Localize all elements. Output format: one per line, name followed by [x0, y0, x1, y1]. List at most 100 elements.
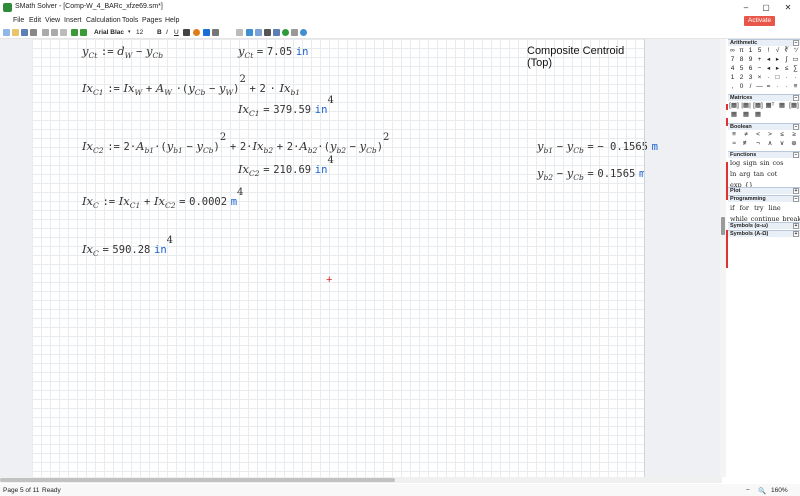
- boolean-key[interactable]: ∨: [776, 139, 788, 148]
- fill-color-icon[interactable]: [193, 29, 200, 36]
- arithmetic-key[interactable]: 3: [746, 73, 755, 82]
- math-ixc1-result[interactable]: IxC1 = 379.59 in4: [238, 95, 334, 118]
- help-icon[interactable]: [300, 29, 307, 36]
- zoom-out-icon[interactable]: −: [746, 487, 750, 494]
- arithmetic-key[interactable]: ·: [782, 73, 791, 82]
- arithmetic-key[interactable]: ·: [791, 73, 800, 82]
- align-left-icon[interactable]: [203, 29, 210, 36]
- minimize-button[interactable]: –: [736, 2, 756, 13]
- arithmetic-key[interactable]: ▸: [773, 64, 782, 73]
- panel-plot-header[interactable]: Plot +: [728, 187, 800, 194]
- arithmetic-key[interactable]: −: [755, 64, 764, 73]
- worksheet-area[interactable]: Composite Centroid (Top) yCt := dW − yCb…: [0, 39, 722, 477]
- bold-button[interactable]: B: [157, 29, 162, 36]
- arithmetic-key[interactable]: □: [773, 73, 782, 82]
- fn-cot[interactable]: cot: [767, 170, 777, 178]
- boolean-key[interactable]: ≢: [740, 139, 752, 148]
- arithmetic-key[interactable]: 8: [737, 55, 746, 64]
- maximize-button[interactable]: ▢: [756, 2, 776, 13]
- italic-button[interactable]: I: [166, 29, 168, 36]
- font-family-select[interactable]: Arial Blac: [94, 29, 124, 36]
- matrix-icon[interactable]: [255, 29, 262, 36]
- menu-help[interactable]: Help: [165, 17, 179, 24]
- arithmetic-key[interactable]: √: [773, 46, 782, 55]
- math-yb1-diff[interactable]: yb1 − yCb = − 0.1565 m: [537, 139, 658, 155]
- matrices-key[interactable]: [▦]: [752, 101, 764, 110]
- horizontal-scrollbar-thumb[interactable]: [0, 478, 395, 482]
- arithmetic-key[interactable]: —: [755, 82, 764, 91]
- boolean-key[interactable]: ≈: [728, 139, 740, 148]
- arithmetic-key[interactable]: ,: [728, 82, 737, 91]
- settings-icon[interactable]: [291, 29, 298, 36]
- chevron-down-icon[interactable]: ▾: [128, 29, 131, 35]
- arithmetic-key[interactable]: 1: [746, 46, 755, 55]
- calculate-icon[interactable]: [282, 29, 289, 36]
- collapse-icon[interactable]: +: [793, 223, 799, 229]
- arithmetic-key[interactable]: ◂: [764, 64, 773, 73]
- collapse-icon[interactable]: +: [793, 231, 799, 237]
- menu-calculation[interactable]: Calculation: [86, 17, 121, 24]
- fn-tan[interactable]: tan: [753, 170, 764, 178]
- arithmetic-key[interactable]: ≤: [782, 64, 791, 73]
- arithmetic-key[interactable]: 5: [755, 46, 764, 55]
- boolean-key[interactable]: ≠: [740, 130, 752, 139]
- prog-line[interactable]: line: [769, 204, 781, 212]
- math-yb2-diff[interactable]: yb2 − yCb = 0.1565 m: [537, 166, 645, 182]
- panel-matrices-header[interactable]: Matrices −: [728, 94, 800, 101]
- collapse-icon[interactable]: −: [793, 196, 799, 202]
- fn-ln[interactable]: ln: [730, 170, 736, 178]
- panel-programming-header[interactable]: Programming −: [728, 195, 800, 202]
- prog-for[interactable]: for: [740, 204, 749, 212]
- arithmetic-key[interactable]: ·: [764, 73, 773, 82]
- vertical-scrollbar-thumb[interactable]: [721, 217, 725, 235]
- zoom-level[interactable]: 160%: [771, 487, 788, 494]
- print-icon[interactable]: [30, 29, 37, 36]
- math-ixc1-definition[interactable]: IxC1 := IxW + AW ·(yCb − yW)2 + 2 · Ixb1: [82, 74, 300, 97]
- matrices-key[interactable]: ▦: [740, 110, 752, 119]
- undo-icon[interactable]: [71, 29, 78, 36]
- matrices-key[interactable]: ▦: [752, 110, 764, 119]
- heading-composite-centroid[interactable]: Composite Centroid (Top): [527, 45, 644, 69]
- arithmetic-key[interactable]: π: [737, 46, 746, 55]
- arithmetic-key[interactable]: 5: [737, 64, 746, 73]
- boolean-key[interactable]: ≥: [788, 130, 800, 139]
- function-icon[interactable]: [236, 29, 243, 36]
- close-button[interactable]: ✕: [778, 2, 798, 13]
- math-ixc2-result[interactable]: IxC2 = 210.69 in4: [238, 155, 334, 178]
- arithmetic-key[interactable]: ≡: [791, 82, 800, 91]
- boolean-key[interactable]: ≤: [776, 130, 788, 139]
- arithmetic-key[interactable]: !: [764, 46, 773, 55]
- save-icon[interactable]: [21, 29, 28, 36]
- arithmetic-key[interactable]: /: [746, 82, 755, 91]
- underline-button[interactable]: U: [174, 29, 179, 36]
- arithmetic-key[interactable]: ×: [755, 73, 764, 82]
- fn-cos[interactable]: cos: [773, 159, 784, 167]
- matrices-key[interactable]: ▦ᵀ: [764, 101, 776, 110]
- matrices-key[interactable]: |▦|: [740, 101, 752, 110]
- arithmetic-key[interactable]: 2: [737, 73, 746, 82]
- arithmetic-key[interactable]: 6: [746, 64, 755, 73]
- math-yct-result[interactable]: yCt = 7.05 in: [238, 44, 309, 60]
- arithmetic-key[interactable]: 7: [728, 55, 737, 64]
- arithmetic-key[interactable]: +: [755, 55, 764, 64]
- boolean-key[interactable]: ∧: [764, 139, 776, 148]
- arithmetic-key[interactable]: ∞: [728, 46, 737, 55]
- boolean-key[interactable]: ≡: [728, 130, 740, 139]
- fn-log[interactable]: log: [730, 159, 740, 167]
- boolean-key[interactable]: <: [752, 130, 764, 139]
- arithmetic-key[interactable]: ▸: [773, 55, 782, 64]
- activate-button[interactable]: Activate: [744, 16, 776, 26]
- image-icon[interactable]: [273, 29, 280, 36]
- worksheet-page[interactable]: Composite Centroid (Top) yCt := dW − yCb…: [32, 39, 658, 477]
- panel-symbols-greek-lower-header[interactable]: Symbols (α-ω) +: [728, 222, 800, 229]
- grid-icon[interactable]: [264, 29, 271, 36]
- matrices-key[interactable]: ▦: [776, 101, 788, 110]
- new-icon[interactable]: [3, 29, 10, 36]
- arithmetic-key[interactable]: 9: [746, 55, 755, 64]
- cut-icon[interactable]: [42, 29, 49, 36]
- prog-try[interactable]: try: [754, 204, 763, 212]
- menu-insert[interactable]: Insert: [64, 17, 82, 24]
- arithmetic-key[interactable]: ∫: [782, 55, 791, 64]
- arithmetic-key[interactable]: ·: [782, 82, 791, 91]
- panel-arithmetic-header[interactable]: Arithmetic −: [728, 39, 800, 46]
